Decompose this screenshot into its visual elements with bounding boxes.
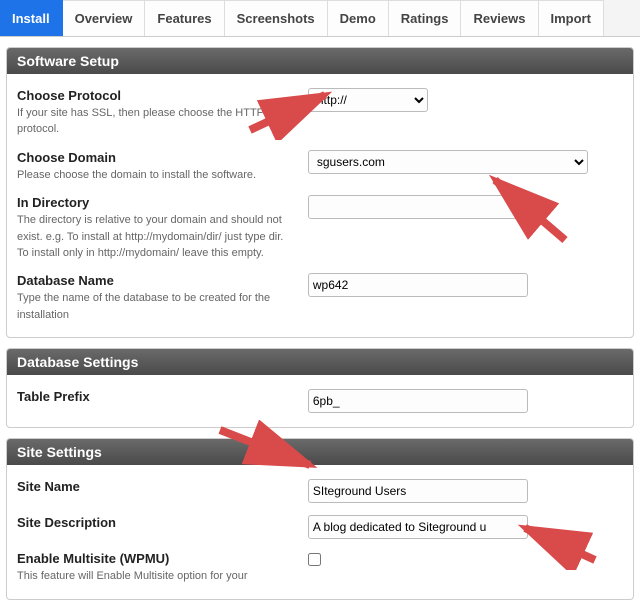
directory-input[interactable]	[308, 195, 528, 219]
domain-desc: Please choose the domain to install the …	[17, 169, 256, 181]
database-input[interactable]	[308, 273, 528, 297]
tab-ratings[interactable]: Ratings	[389, 0, 462, 36]
site-desc-input[interactable]	[308, 515, 528, 539]
tab-demo[interactable]: Demo	[328, 0, 389, 36]
tab-install[interactable]: Install	[0, 0, 63, 36]
database-label: Database Name	[17, 273, 288, 288]
database-desc: Type the name of the database to be crea…	[17, 292, 270, 320]
site-settings-header: Site Settings	[7, 439, 633, 465]
tab-features[interactable]: Features	[145, 0, 224, 36]
domain-select[interactable]: sgusers.com	[308, 150, 588, 174]
software-setup-panel: Software Setup Choose Protocol If your s…	[6, 47, 634, 338]
prefix-label: Table Prefix	[17, 389, 288, 404]
site-name-label: Site Name	[17, 479, 288, 494]
tab-overview[interactable]: Overview	[63, 0, 146, 36]
software-setup-header: Software Setup	[7, 48, 633, 74]
tab-reviews[interactable]: Reviews	[461, 0, 538, 36]
multisite-label: Enable Multisite (WPMU)	[17, 551, 288, 566]
domain-label: Choose Domain	[17, 150, 288, 165]
tab-import[interactable]: Import	[539, 0, 604, 36]
site-settings-panel: Site Settings Site Name Site Description…	[6, 438, 634, 599]
database-settings-header: Database Settings	[7, 349, 633, 375]
database-settings-panel: Database Settings Table Prefix	[6, 348, 634, 428]
directory-desc: The directory is relative to your domain…	[17, 214, 283, 259]
multisite-checkbox[interactable]	[308, 553, 321, 566]
multisite-desc: This feature will Enable Multisite optio…	[17, 570, 248, 582]
protocol-label: Choose Protocol	[17, 88, 288, 103]
directory-label: In Directory	[17, 195, 288, 210]
site-desc-label: Site Description	[17, 515, 288, 530]
tab-bar: Install Overview Features Screenshots De…	[0, 0, 640, 37]
site-name-input[interactable]	[308, 479, 528, 503]
protocol-desc: If your site has SSL, then please choose…	[17, 107, 271, 135]
prefix-input[interactable]	[308, 389, 528, 413]
protocol-select[interactable]: http://	[308, 88, 428, 112]
tab-screenshots[interactable]: Screenshots	[225, 0, 328, 36]
